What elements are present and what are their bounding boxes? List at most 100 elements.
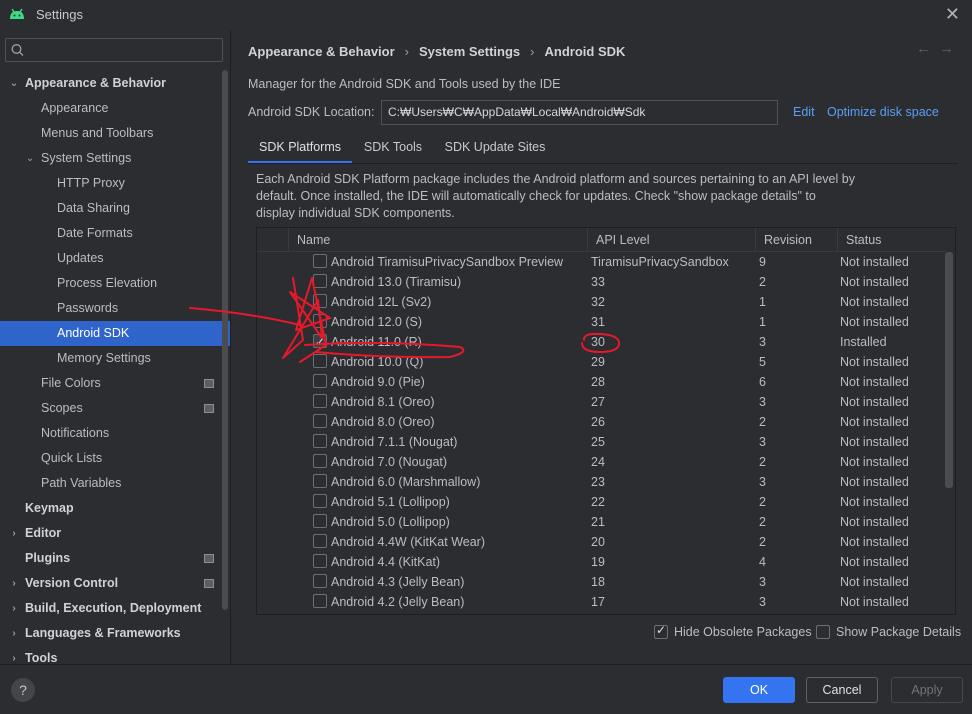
chevron-right-icon[interactable]: › bbox=[8, 521, 20, 546]
package-checkbox[interactable] bbox=[313, 534, 327, 548]
package-checkbox[interactable] bbox=[313, 414, 327, 428]
table-row[interactable]: Android 4.2 (Jelly Bean) 17 3 Not installed bbox=[257, 592, 945, 612]
table-row[interactable]: Android 8.1 (Oreo) 27 3 Not installed bbox=[257, 392, 945, 412]
chevron-right-icon[interactable]: › bbox=[8, 571, 20, 596]
sidebar-item-passwords[interactable]: Passwords bbox=[0, 296, 230, 321]
package-checkbox[interactable] bbox=[313, 474, 327, 488]
table-row[interactable]: Android 5.0 (Lollipop) 21 2 Not installed bbox=[257, 512, 945, 532]
package-checkbox[interactable] bbox=[313, 354, 327, 368]
sidebar-item-languages-frameworks[interactable]: › Languages & Frameworks bbox=[0, 621, 230, 646]
breadcrumb-item[interactable]: System Settings bbox=[419, 44, 520, 59]
tab-sdk-tools[interactable]: SDK Tools bbox=[352, 134, 434, 164]
chevron-right-icon[interactable]: › bbox=[8, 596, 20, 621]
column-header-name[interactable]: Name bbox=[288, 228, 587, 252]
sidebar-item-notifications[interactable]: Notifications bbox=[0, 421, 230, 446]
column-header-api-level[interactable]: API Level bbox=[587, 228, 755, 252]
sidebar-item-menus-toolbars[interactable]: Menus and Toolbars bbox=[0, 121, 230, 146]
back-arrow-icon[interactable]: ← bbox=[916, 40, 939, 57]
table-scrollbar[interactable] bbox=[945, 252, 953, 488]
show-details-checkbox[interactable] bbox=[816, 625, 830, 639]
sdk-location-field[interactable]: C:₩Users₩C₩AppData₩Local₩Android₩Sdk bbox=[381, 100, 778, 125]
sidebar-item-appearance[interactable]: Appearance bbox=[0, 96, 230, 121]
hide-obsolete-option[interactable]: Hide Obsolete Packages bbox=[654, 623, 812, 639]
sidebar-item-scopes[interactable]: Scopes bbox=[0, 396, 230, 421]
search-input[interactable] bbox=[28, 41, 218, 59]
sidebar-item-quick-lists[interactable]: Quick Lists bbox=[0, 446, 230, 471]
table-row[interactable]: Android 9.0 (Pie) 28 6 Not installed bbox=[257, 372, 945, 392]
cancel-button[interactable]: Cancel bbox=[806, 677, 878, 703]
package-checkbox[interactable] bbox=[313, 494, 327, 508]
ok-button[interactable]: OK bbox=[723, 677, 795, 703]
sidebar-item-date-formats[interactable]: Date Formats bbox=[0, 221, 230, 246]
chevron-down-icon[interactable]: ⌄ bbox=[24, 146, 36, 171]
package-checkbox[interactable] bbox=[313, 454, 327, 468]
package-checkbox[interactable] bbox=[313, 254, 327, 268]
package-checkbox[interactable] bbox=[313, 594, 327, 608]
sidebar-item-memory-settings[interactable]: Memory Settings bbox=[0, 346, 230, 371]
table-row[interactable]: Android 4.3 (Jelly Bean) 18 3 Not installed bbox=[257, 572, 945, 592]
sidebar-item-label: Build, Execution, Deployment bbox=[25, 601, 202, 615]
chevron-right-icon[interactable]: › bbox=[8, 621, 20, 646]
table-row[interactable]: Android TiramisuPrivacySandbox Preview Ti… bbox=[257, 252, 945, 272]
sidebar-item-build-execution-deployment[interactable]: › Build, Execution, Deployment bbox=[0, 596, 230, 621]
sidebar-item-path-variables[interactable]: Path Variables bbox=[0, 471, 230, 496]
sidebar-scrollbar[interactable] bbox=[222, 70, 228, 610]
package-name: Android 12.0 (S) bbox=[331, 315, 423, 329]
optimize-disk-space-link[interactable]: Optimize disk space bbox=[827, 105, 939, 119]
package-checkbox[interactable] bbox=[313, 514, 327, 528]
table-row[interactable]: Android 13.0 (Tiramisu) 33 2 Not installed bbox=[257, 272, 945, 292]
sidebar-item-android-sdk[interactable]: Android SDK bbox=[0, 321, 230, 346]
chevron-down-icon[interactable]: ⌄ bbox=[8, 71, 20, 96]
package-checkbox[interactable] bbox=[313, 314, 327, 328]
sidebar-item-label: Date Formats bbox=[57, 226, 133, 240]
apply-button[interactable]: Apply bbox=[891, 677, 963, 703]
tabs-divider bbox=[248, 163, 958, 164]
package-checkbox[interactable] bbox=[313, 554, 327, 568]
close-icon[interactable]: ✕ bbox=[945, 4, 960, 25]
package-checkbox[interactable] bbox=[313, 574, 327, 588]
table-row[interactable]: Android 4.4 (KitKat) 19 4 Not installed bbox=[257, 552, 945, 572]
revision: 3 bbox=[759, 575, 766, 589]
search-field[interactable] bbox=[5, 38, 223, 62]
table-row[interactable]: Android 5.1 (Lollipop) 22 2 Not installed bbox=[257, 492, 945, 512]
table-row[interactable]: Android 4.4W (KitKat Wear) 20 2 Not install… bbox=[257, 532, 945, 552]
table-row[interactable]: Android 7.1.1 (Nougat) 25 3 Not installed bbox=[257, 432, 945, 452]
sidebar-item-plugins[interactable]: Plugins bbox=[0, 546, 230, 571]
sidebar-item-file-colors[interactable]: File Colors bbox=[0, 371, 230, 396]
sidebar-item-http-proxy[interactable]: HTTP Proxy bbox=[0, 171, 230, 196]
table-row[interactable]: Android 6.0 (Marshmallow) 23 3 Not installe… bbox=[257, 472, 945, 492]
sidebar-item-updates[interactable]: Updates bbox=[0, 246, 230, 271]
package-checkbox[interactable] bbox=[313, 394, 327, 408]
table-row[interactable]: Android 10.0 (Q) 29 5 Not installed bbox=[257, 352, 945, 372]
package-checkbox[interactable] bbox=[313, 294, 327, 308]
tab-sdk-platforms[interactable]: SDK Platforms bbox=[248, 134, 352, 164]
sidebar-item-data-sharing[interactable]: Data Sharing bbox=[0, 196, 230, 221]
breadcrumb-item[interactable]: Appearance & Behavior bbox=[248, 44, 395, 59]
sidebar-item-keymap[interactable]: Keymap bbox=[0, 496, 230, 521]
show-details-option[interactable]: Show Package Details bbox=[816, 625, 961, 639]
hide-obsolete-checkbox[interactable] bbox=[654, 623, 668, 639]
table-row[interactable]: Android 8.0 (Oreo) 26 2 Not installed bbox=[257, 412, 945, 432]
sidebar-item-process-elevation[interactable]: Process Elevation bbox=[0, 271, 230, 296]
sidebar-item-system-settings[interactable]: ⌄ System Settings bbox=[0, 146, 230, 171]
column-header-revision[interactable]: Revision bbox=[755, 228, 837, 252]
sidebar-item-version-control[interactable]: › Version Control bbox=[0, 571, 230, 596]
forward-arrow-icon[interactable]: → bbox=[939, 40, 962, 57]
help-button[interactable]: ? bbox=[11, 678, 35, 702]
package-checkbox[interactable] bbox=[313, 274, 327, 288]
table-row[interactable]: Android 12.0 (S) 31 1 Not installed bbox=[257, 312, 945, 332]
edit-link[interactable]: Edit bbox=[793, 105, 815, 119]
package-checkbox[interactable] bbox=[313, 332, 327, 352]
package-checkbox[interactable] bbox=[313, 374, 327, 388]
table-row[interactable]: Android 7.0 (Nougat) 24 2 Not installed bbox=[257, 452, 945, 472]
table-row[interactable]: Android 12L (Sv2) 32 1 Not installed bbox=[257, 292, 945, 312]
install-status: Not installed bbox=[840, 495, 909, 509]
table-row[interactable]: Android 11.0 (R) 30 3 Installed bbox=[257, 332, 945, 352]
sidebar-item-appearance-behavior[interactable]: ⌄ Appearance & Behavior bbox=[0, 71, 230, 96]
api-level: 32 bbox=[591, 295, 605, 309]
column-header-status[interactable]: Status bbox=[837, 228, 945, 252]
sidebar-item-editor[interactable]: › Editor bbox=[0, 521, 230, 546]
tab-sdk-update-sites[interactable]: SDK Update Sites bbox=[434, 134, 556, 164]
package-checkbox[interactable] bbox=[313, 434, 327, 448]
package-name: Android 4.3 (Jelly Bean) bbox=[331, 575, 465, 589]
